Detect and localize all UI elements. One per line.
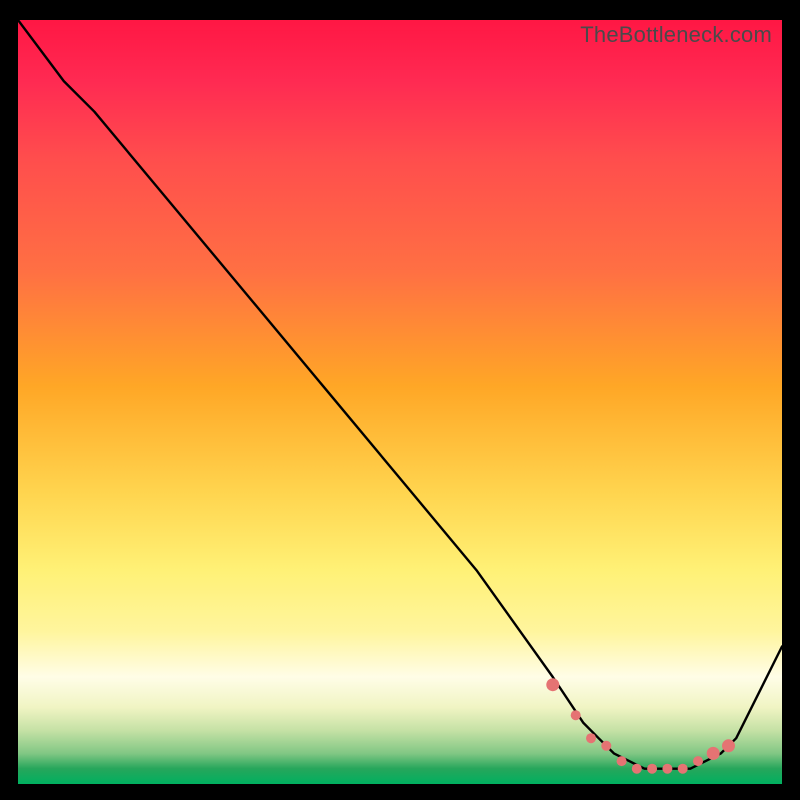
marker-dot	[722, 739, 735, 752]
chart-svg	[18, 20, 782, 784]
bottleneck-curve	[18, 20, 782, 769]
marker-dot	[693, 756, 703, 766]
marker-dot	[678, 764, 688, 774]
chart-frame: TheBottleneck.com	[0, 0, 800, 800]
marker-dot	[647, 764, 657, 774]
marker-dot	[632, 764, 642, 774]
marker-dot	[617, 756, 627, 766]
marker-dot	[586, 733, 596, 743]
marker-dot	[662, 764, 672, 774]
marker-dot	[571, 710, 581, 720]
plot-area: TheBottleneck.com	[18, 20, 782, 784]
marker-dot	[546, 678, 559, 691]
marker-dot	[707, 747, 720, 760]
marker-dot	[601, 741, 611, 751]
